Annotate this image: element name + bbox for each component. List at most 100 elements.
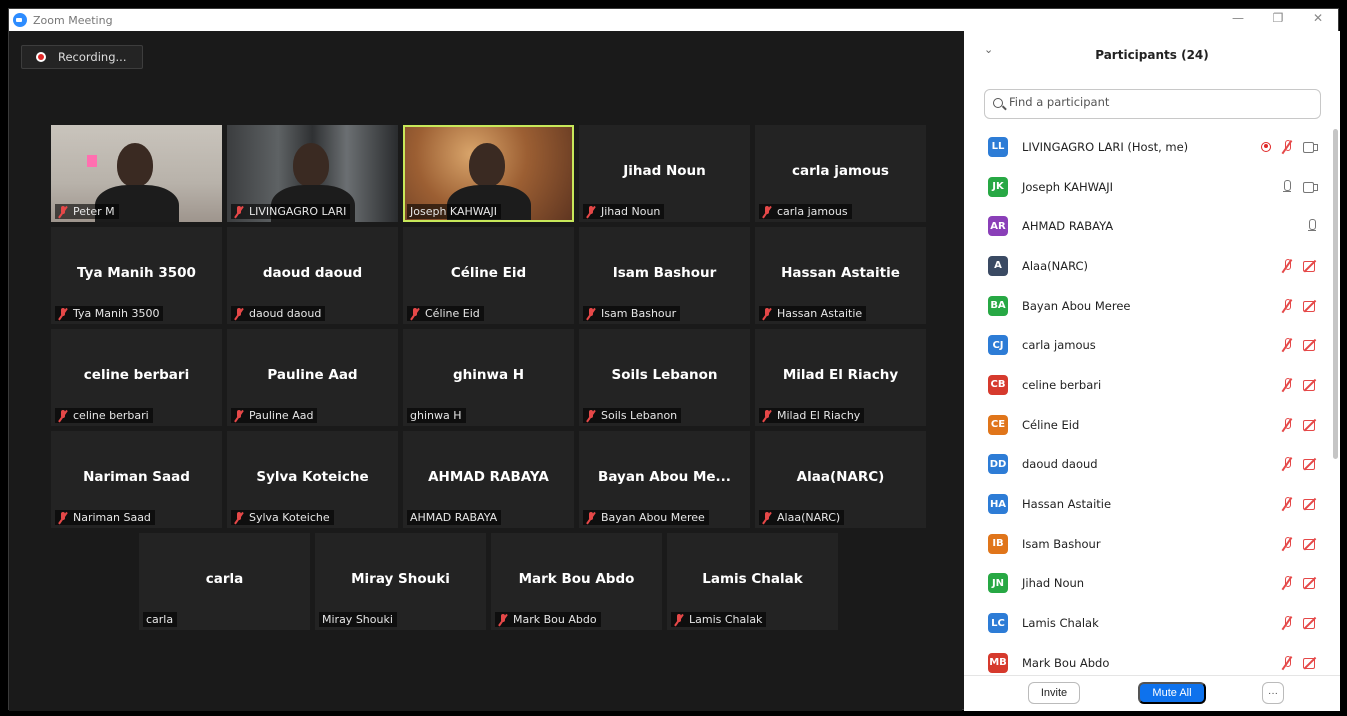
mute-all-button[interactable]: Mute All — [1138, 682, 1206, 704]
participant-item[interactable]: BA Bayan Abou Meree — [964, 286, 1330, 326]
participant-item[interactable]: AR AHMAD RABAYA — [964, 206, 1330, 246]
tile-name-label: Hassan Astaitie — [777, 307, 863, 320]
video-tile[interactable]: celine berbari celine berbari — [51, 329, 222, 426]
participant-item[interactable]: CJ carla jamous — [964, 325, 1330, 365]
zoom-app-icon — [13, 13, 27, 27]
participant-item[interactable]: CB celine berbari — [964, 365, 1330, 405]
search-box[interactable] — [984, 89, 1321, 119]
video-tile[interactable]: ghinwa H ghinwa H — [403, 329, 574, 426]
mic-off-icon[interactable] — [1281, 258, 1293, 273]
recording-icon[interactable] — [1261, 141, 1271, 152]
mic-icon[interactable] — [1306, 219, 1318, 233]
muted-mic-icon — [762, 511, 772, 524]
video-tile[interactable]: LIVINGAGRO LARI — [227, 125, 398, 222]
video-tile[interactable]: Soils Lebanon Soils Lebanon — [579, 329, 750, 426]
camera-icon[interactable] — [1303, 181, 1318, 193]
participant-item[interactable]: DD daoud daoud — [964, 445, 1330, 485]
video-tile[interactable]: carla jamous carla jamous — [755, 125, 926, 222]
name-tag: Mark Bou Abdo — [495, 612, 601, 627]
close-icon[interactable]: ✕ — [1298, 9, 1338, 31]
name-tag: Pauline Aad — [231, 408, 318, 423]
mic-off-icon[interactable] — [1281, 139, 1293, 154]
video-tile[interactable]: Pauline Aad Pauline Aad — [227, 329, 398, 426]
video-tile[interactable]: Mark Bou Abdo Mark Bou Abdo — [491, 533, 662, 630]
name-tag: Isam Bashour — [583, 306, 681, 321]
mic-off-icon[interactable] — [1281, 576, 1293, 590]
camera-off-icon[interactable] — [1303, 300, 1318, 312]
mic-off-icon[interactable] — [1281, 377, 1293, 392]
video-tile[interactable]: AHMAD RABAYA AHMAD RABAYA — [403, 431, 574, 528]
participant-item[interactable]: CE Céline Eid — [964, 405, 1330, 445]
tile-name-label: AHMAD RABAYA — [410, 511, 498, 524]
video-tile[interactable]: Joseph KAHWAJI — [403, 125, 574, 222]
participant-status-icons — [1281, 325, 1318, 365]
video-tile[interactable]: Jihad Noun Jihad Noun — [579, 125, 750, 222]
participant-item[interactable]: A Alaa(NARC) — [964, 246, 1330, 286]
participant-status-icons — [1281, 524, 1318, 564]
mic-off-icon[interactable] — [1281, 457, 1293, 471]
participant-status-icons — [1281, 365, 1318, 405]
video-tile[interactable]: Isam Bashour Isam Bashour — [579, 227, 750, 324]
video-tile[interactable]: Peter M — [51, 125, 222, 222]
scrollbar[interactable] — [1333, 129, 1338, 459]
camera-off-icon[interactable] — [1303, 538, 1318, 550]
video-tile[interactable]: Tya Manih 3500 Tya Manih 3500 — [51, 227, 222, 324]
mic-off-icon[interactable] — [1281, 497, 1293, 511]
avatar: CJ — [988, 335, 1008, 356]
video-tile[interactable]: Hassan Astaitie Hassan Astaitie — [755, 227, 926, 324]
participant-item[interactable]: LC Lamis Chalak — [964, 603, 1330, 643]
avatar: MB — [988, 652, 1008, 673]
participant-item[interactable]: IB Isam Bashour — [964, 524, 1330, 564]
avatar: JN — [988, 573, 1008, 594]
participant-item[interactable]: LL LIVINGAGRO LARI (Host, me) — [964, 127, 1330, 167]
camera-off-icon[interactable] — [1303, 657, 1318, 669]
person-silhouette — [293, 143, 329, 187]
video-tile[interactable]: daoud daoud daoud daoud — [227, 227, 398, 324]
name-tag: Tya Manih 3500 — [55, 306, 164, 321]
muted-mic-icon — [58, 307, 68, 320]
participant-item[interactable]: JN Jihad Noun — [964, 564, 1330, 604]
participant-item[interactable]: HA Hassan Astaitie — [964, 484, 1330, 524]
minimize-icon[interactable]: — — [1218, 9, 1258, 31]
muted-mic-icon — [586, 307, 596, 320]
video-tile[interactable]: Céline Eid Céline Eid — [403, 227, 574, 324]
mic-icon[interactable] — [1281, 179, 1293, 194]
mic-off-icon[interactable] — [1281, 655, 1293, 670]
tile-display-name: Miray Shouki — [351, 571, 450, 587]
participant-item[interactable]: JK Joseph KAHWAJI — [964, 167, 1330, 207]
camera-off-icon[interactable] — [1303, 419, 1318, 431]
camera-off-icon[interactable] — [1303, 617, 1318, 630]
video-tile[interactable]: Miray Shouki Miray Shouki — [315, 533, 486, 630]
participant-list: LL LIVINGAGRO LARI (Host, me) JK Joseph KAH… — [964, 127, 1330, 683]
mic-off-icon[interactable] — [1281, 338, 1293, 352]
search-input[interactable] — [1009, 95, 1309, 109]
video-tile[interactable]: Alaa(NARC) Alaa(NARC) — [755, 431, 926, 528]
video-tile[interactable]: Milad El Riachy Milad El Riachy — [755, 329, 926, 426]
mic-off-icon[interactable] — [1281, 417, 1293, 432]
mic-off-icon[interactable] — [1281, 298, 1293, 313]
video-tile[interactable]: Bayan Abou Me... Bayan Abou Meree — [579, 431, 750, 528]
restore-icon[interactable]: ❐ — [1258, 9, 1298, 31]
camera-off-icon[interactable] — [1303, 577, 1318, 590]
camera-off-icon[interactable] — [1303, 379, 1318, 391]
camera-off-icon[interactable] — [1303, 498, 1318, 511]
camera-off-icon[interactable] — [1303, 260, 1318, 272]
name-tag: Hassan Astaitie — [759, 306, 867, 321]
tile-display-name: ghinwa H — [452, 367, 525, 383]
mic-off-icon[interactable] — [1281, 536, 1293, 551]
camera-off-icon[interactable] — [1303, 339, 1318, 352]
video-tile[interactable]: Sylva Koteiche Sylva Koteiche — [227, 431, 398, 528]
participant-status-icons — [1306, 206, 1318, 246]
camera-off-icon[interactable] — [1303, 458, 1318, 471]
camera-icon[interactable] — [1303, 141, 1318, 153]
video-tile[interactable]: Lamis Chalak Lamis Chalak — [667, 533, 838, 630]
video-tile[interactable]: carla carla — [139, 533, 310, 630]
recording-indicator[interactable]: Recording... — [21, 45, 143, 69]
avatar: A — [988, 255, 1008, 276]
video-tile[interactable]: Nariman Saad Nariman Saad — [51, 431, 222, 528]
invite-button[interactable]: Invite — [1028, 682, 1080, 704]
participant-status-icons — [1281, 484, 1318, 524]
avatar: BA — [988, 295, 1008, 316]
more-options-button[interactable]: ··· — [1262, 682, 1284, 704]
mic-off-icon[interactable] — [1281, 616, 1293, 630]
